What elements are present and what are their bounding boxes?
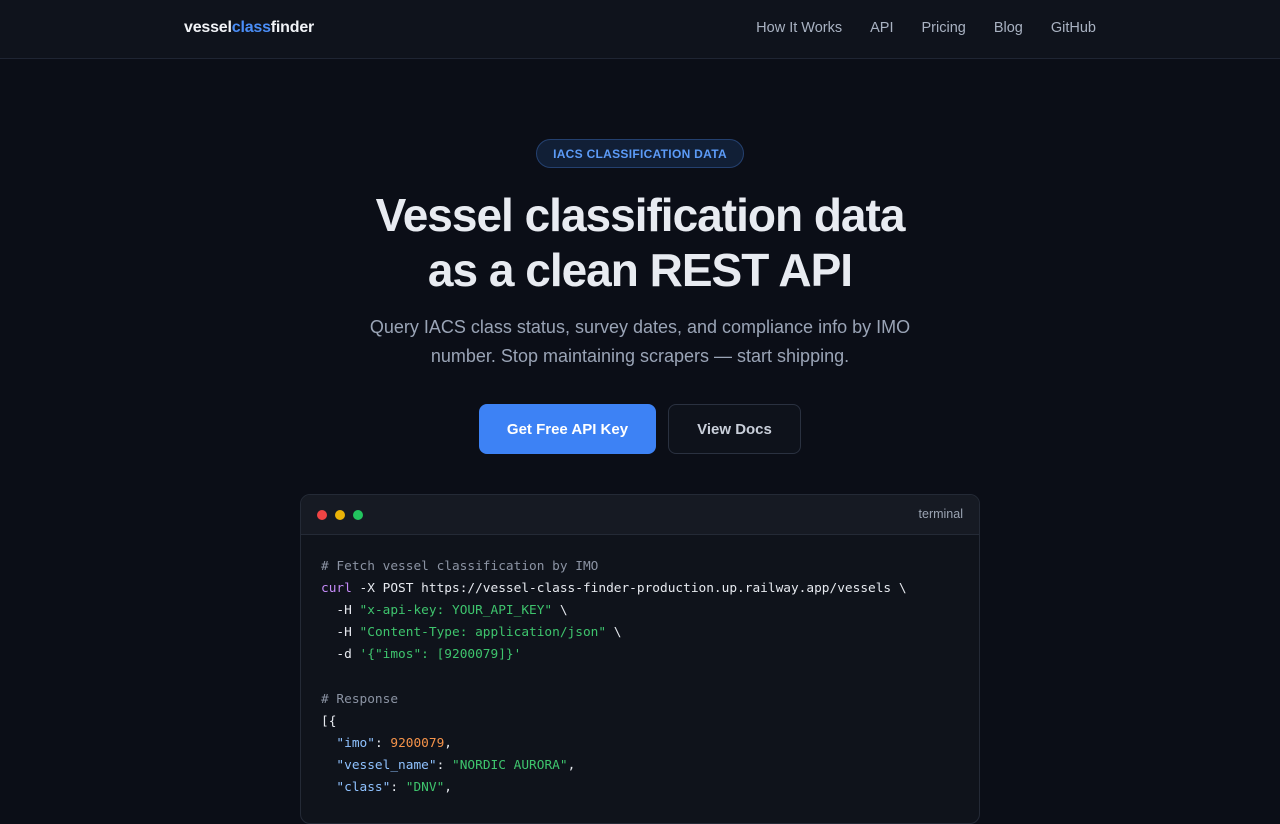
code-flag: -H (321, 603, 360, 618)
code-line: "class": "DNV", (321, 777, 959, 799)
hero-subtitle-line-2: number. Stop maintaining scrapers — star… (430, 346, 850, 366)
code-continuation: \ (606, 625, 622, 640)
code-bracket: [{ (321, 714, 337, 729)
top-navigation-bar: vesselclassfinder How It Works API Prici… (0, 0, 1280, 59)
nav-link-api[interactable]: API (870, 20, 893, 36)
code-colon: : (436, 758, 452, 773)
code-command: curl (321, 581, 352, 596)
logo-part-finder: finder (270, 19, 315, 36)
code-comma: , (444, 780, 453, 795)
code-string: "x-api-key: YOUR_API_KEY" (359, 603, 553, 618)
code-comma: , (444, 736, 453, 751)
code-colon: : (390, 780, 406, 795)
code-key: "class" (321, 780, 391, 795)
get-free-api-key-button[interactable]: Get Free API Key (479, 404, 656, 454)
code-colon: : (374, 736, 391, 751)
logo-part-class: class (231, 19, 271, 36)
logo-part-vessel: vessel (184, 19, 232, 36)
code-line: # Response (321, 689, 959, 711)
code-block: # Fetch vessel classification by IMO curl… (301, 535, 979, 799)
hero-subtitle-line-1: Query IACS class status, survey dates, a… (369, 317, 911, 337)
code-comment: # Response (321, 692, 399, 707)
code-line: # Fetch vessel classification by IMO (321, 556, 959, 578)
code-key: "imo" (321, 736, 375, 751)
code-line: [{ (321, 711, 959, 733)
view-docs-button[interactable]: View Docs (668, 404, 801, 454)
nav-link-blog[interactable]: Blog (994, 20, 1023, 36)
logo[interactable]: vesselclassfinder (184, 19, 314, 37)
hero-headline-line-2: as a clean REST API (427, 244, 853, 296)
code-line: "imo": 9200079, (321, 733, 959, 755)
hero-subtitle: Query IACS class status, survey dates, a… (340, 313, 940, 371)
code-line: -H "x-api-key: YOUR_API_KEY" \ (321, 600, 959, 622)
code-line: "vessel_name": "NORDIC AURORA", (321, 755, 959, 777)
code-string: "NORDIC AURORA" (452, 758, 568, 773)
code-string: "DNV" (405, 780, 445, 795)
maximize-dot-icon (353, 510, 363, 520)
nav-link-github[interactable]: GitHub (1051, 20, 1096, 36)
hero-headline: Vessel classification data as a clean RE… (240, 188, 1040, 298)
code-flag: -d (321, 647, 360, 662)
code-comment: # Fetch vessel classification by IMO (321, 559, 599, 574)
hero-headline-line-1: Vessel classification data (375, 189, 906, 241)
nav-link-pricing[interactable]: Pricing (922, 20, 966, 36)
minimize-dot-icon (335, 510, 345, 520)
code-flag: -H (321, 625, 360, 640)
main-nav: How It Works API Pricing Blog GitHub (756, 20, 1096, 36)
terminal-title-bar: terminal (301, 495, 979, 535)
code-line: -H "Content-Type: application/json" \ (321, 622, 959, 644)
code-continuation: \ (552, 603, 568, 618)
code-comma: , (567, 758, 576, 773)
code-string: '{"imos": [9200079]}' (359, 647, 522, 662)
terminal-title: terminal (918, 507, 963, 521)
code-args: -X POST https://vessel-class-finder-prod… (351, 581, 907, 596)
code-line: curl -X POST https://vessel-class-finder… (321, 578, 959, 600)
code-line: -d '{"imos": [9200079]}' (321, 644, 959, 666)
code-number: 9200079 (390, 736, 445, 751)
close-dot-icon (317, 510, 327, 520)
terminal-window: terminal # Fetch vessel classification b… (300, 494, 980, 824)
nav-link-how-it-works[interactable]: How It Works (756, 20, 842, 36)
code-key: "vessel_name" (321, 758, 437, 773)
code-string: "Content-Type: application/json" (359, 625, 607, 640)
hero-badge: IACS CLASSIFICATION DATA (536, 139, 744, 168)
